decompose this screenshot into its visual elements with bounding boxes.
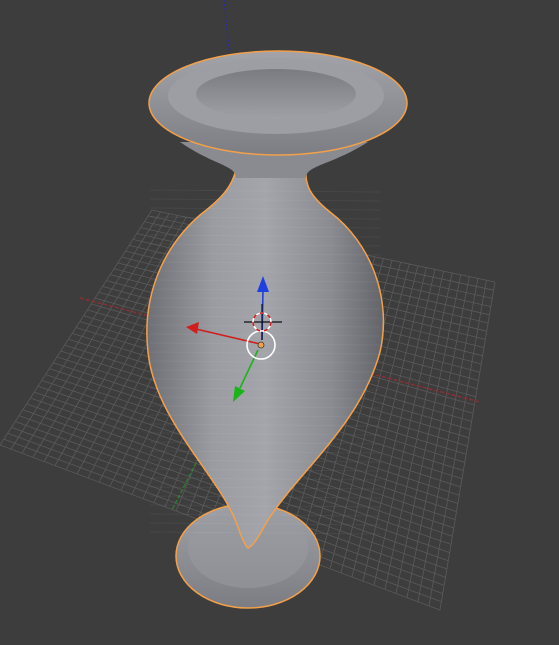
3d-viewport[interactable] bbox=[0, 0, 559, 645]
grid-line bbox=[428, 280, 487, 606]
vase-mesh[interactable] bbox=[146, 50, 408, 609]
grid-line bbox=[439, 281, 496, 611]
object-origin bbox=[257, 341, 265, 349]
grid-line bbox=[406, 276, 470, 598]
vase-opening bbox=[196, 69, 356, 119]
